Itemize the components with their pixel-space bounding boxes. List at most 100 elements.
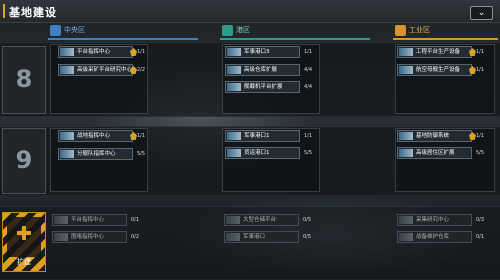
- harbor-district-icon: [222, 25, 233, 36]
- building-level: 4/4: [304, 84, 313, 90]
- sector-harbor-9: 军事港口1 1/1 货运港口1 5/5: [222, 128, 320, 192]
- central-district-icon: [50, 25, 61, 36]
- level-number: 9: [15, 146, 33, 174]
- locked-level-row: 平台指挥中心 0/1 围堵指挥中心 0/2 大型仓储平台 0/5 军事港口 0/…: [0, 206, 500, 280]
- level-number: 8: [15, 65, 33, 93]
- locked-building-card[interactable]: 军事港口 0/5: [224, 231, 311, 243]
- building-card[interactable]: 平台指挥中心 1/1: [58, 46, 145, 58]
- building-thumbnail: [399, 48, 413, 56]
- building-level: 0/5: [303, 234, 312, 240]
- locked-building-card[interactable]: 战备维护仓库 0/1: [397, 231, 484, 243]
- building-level: 1/1: [304, 133, 313, 139]
- central-underline: [48, 38, 198, 40]
- building-name: 平台指挥中心: [71, 217, 105, 223]
- level-badge-8: 8: [2, 46, 46, 114]
- building-thumbnail: [399, 233, 413, 241]
- building-thumbnail: [226, 233, 240, 241]
- collapse-button[interactable]: ⌄: [470, 6, 493, 20]
- building-card[interactable]: 高级采矿平台研究中心 2/2: [58, 64, 145, 76]
- building-level: 5/5: [304, 150, 313, 156]
- column-label-industrial: 工业区: [409, 26, 430, 34]
- building-name: 舰载机平台扩展: [244, 84, 283, 90]
- building-level: 0/1: [476, 234, 485, 240]
- building-thumbnail: [60, 66, 74, 74]
- building-card[interactable]: 军事港口1 1/1: [225, 130, 312, 142]
- building-thumbnail: [399, 132, 413, 140]
- building-name: 战备维护仓库: [416, 234, 450, 240]
- locked-building-card[interactable]: 大型仓储平台 0/5: [224, 214, 311, 226]
- building-level: 4/4: [304, 67, 313, 73]
- building-thumbnail: [399, 149, 413, 157]
- building-card[interactable]: 航空母舰生产设备 1/1: [397, 64, 484, 76]
- building-card[interactable]: 舰载机平台扩展 4/4: [225, 81, 312, 93]
- building-level: 1/1: [137, 49, 146, 55]
- locked-building-card[interactable]: 平台指挥中心 0/1: [52, 214, 139, 226]
- building-thumbnail: [399, 216, 413, 224]
- sector-central-8: 平台指挥中心 1/1 高级采矿平台研究中心 2/2: [50, 44, 148, 114]
- building-card[interactable]: 高级仓库扩展 4/4: [225, 64, 312, 76]
- sector-harbor-8: 军事港口3 1/1 高级仓库扩展 4/4 舰载机平台扩展 4/4: [222, 44, 320, 114]
- column-header-industrial: 工业区: [395, 23, 495, 38]
- building-level: 1/1: [476, 67, 485, 73]
- level-badge-9: 9: [2, 128, 46, 194]
- sector-industrial-9: 基地防御系统 1/1 高级居住区扩展 5/5: [395, 128, 495, 192]
- building-thumbnail: [227, 149, 241, 157]
- building-name: 高级采矿平台研究中心: [77, 67, 133, 73]
- building-level: 5/5: [137, 151, 146, 157]
- building-level: 1/1: [304, 49, 313, 55]
- building-card[interactable]: 基地防御系统 1/1: [397, 130, 484, 142]
- locked-building-card[interactable]: 采集研究中心 0/3: [397, 214, 484, 226]
- building-card[interactable]: 货运港口1 5/5: [225, 147, 312, 159]
- building-thumbnail: [54, 233, 68, 241]
- building-name: 高级仓库扩展: [244, 67, 278, 73]
- building-level: 0/1: [131, 217, 140, 223]
- expand-label: 扩建: [17, 258, 31, 266]
- building-level: 0/3: [476, 217, 485, 223]
- building-thumbnail: [60, 132, 74, 140]
- building-name: 围堵指挥中心: [71, 234, 105, 240]
- building-card[interactable]: 高级居住区扩展 5/5: [397, 147, 484, 159]
- title-accent-bar: [3, 4, 5, 18]
- building-name: 平台指挥中心: [77, 49, 111, 55]
- building-card[interactable]: 战地指挥中心 1/1: [58, 130, 145, 142]
- building-name: 货运港口1: [244, 150, 270, 156]
- column-label-harbor: 港区: [236, 26, 250, 34]
- locked-building-card[interactable]: 围堵指挥中心 0/2: [52, 231, 139, 243]
- building-name: 航空母舰生产设备: [416, 67, 461, 73]
- building-name: 工程平台生产设备: [416, 49, 461, 55]
- building-name: 战地指挥中心: [77, 133, 111, 139]
- sector-industrial-locked: 采集研究中心 0/3 战备维护仓库 0/1: [395, 210, 495, 276]
- harbor-underline: [220, 38, 370, 40]
- page-title: 基地建设: [9, 6, 57, 19]
- building-thumbnail: [227, 132, 241, 140]
- level-row-9: 9 战地指挥中心 1/1 分舰队指挥中心 5/5 军事港口1 1/1 货运港口1…: [0, 126, 500, 196]
- building-level: 1/1: [137, 133, 146, 139]
- sector-industrial-8: 工程平台生产设备 1/1 航空母舰生产设备 1/1: [395, 44, 495, 114]
- building-thumbnail: [227, 48, 241, 56]
- title-bar: 基地建设 ⌄: [0, 0, 500, 23]
- building-card[interactable]: 分舰队指挥中心 5/5: [58, 148, 145, 160]
- sector-central-9: 战地指挥中心 1/1 分舰队指挥中心 5/5: [50, 128, 148, 192]
- building-level: 1/1: [476, 49, 485, 55]
- building-thumbnail: [399, 66, 413, 74]
- building-level: 2/2: [137, 67, 146, 73]
- building-level: 0/5: [303, 217, 312, 223]
- building-name: 军事港口3: [244, 49, 270, 55]
- building-thumbnail: [227, 66, 241, 74]
- building-thumbnail: [60, 48, 74, 56]
- level-row-8: 8 平台指挥中心 1/1 高级采矿平台研究中心 2/2 军事港口3 1/1 高级…: [0, 42, 500, 117]
- building-name: 采集研究中心: [416, 217, 450, 223]
- column-header-harbor: 港区: [222, 23, 342, 38]
- building-card[interactable]: 军事港口3 1/1: [225, 46, 312, 58]
- sector-harbor-locked: 大型仓储平台 0/5 军事港口 0/5: [222, 210, 320, 276]
- building-thumbnail: [54, 216, 68, 224]
- building-level: 1/1: [476, 133, 485, 139]
- expand-build-button[interactable]: 扩建: [2, 212, 46, 272]
- building-name: 高级居住区扩展: [416, 150, 455, 156]
- building-card[interactable]: 工程平台生产设备 1/1: [397, 46, 484, 58]
- industrial-district-icon: [395, 25, 406, 36]
- plus-icon: [17, 226, 31, 240]
- building-thumbnail: [226, 216, 240, 224]
- sector-central-locked: 平台指挥中心 0/1 围堵指挥中心 0/2: [50, 210, 148, 276]
- building-name: 分舰队指挥中心: [77, 151, 116, 157]
